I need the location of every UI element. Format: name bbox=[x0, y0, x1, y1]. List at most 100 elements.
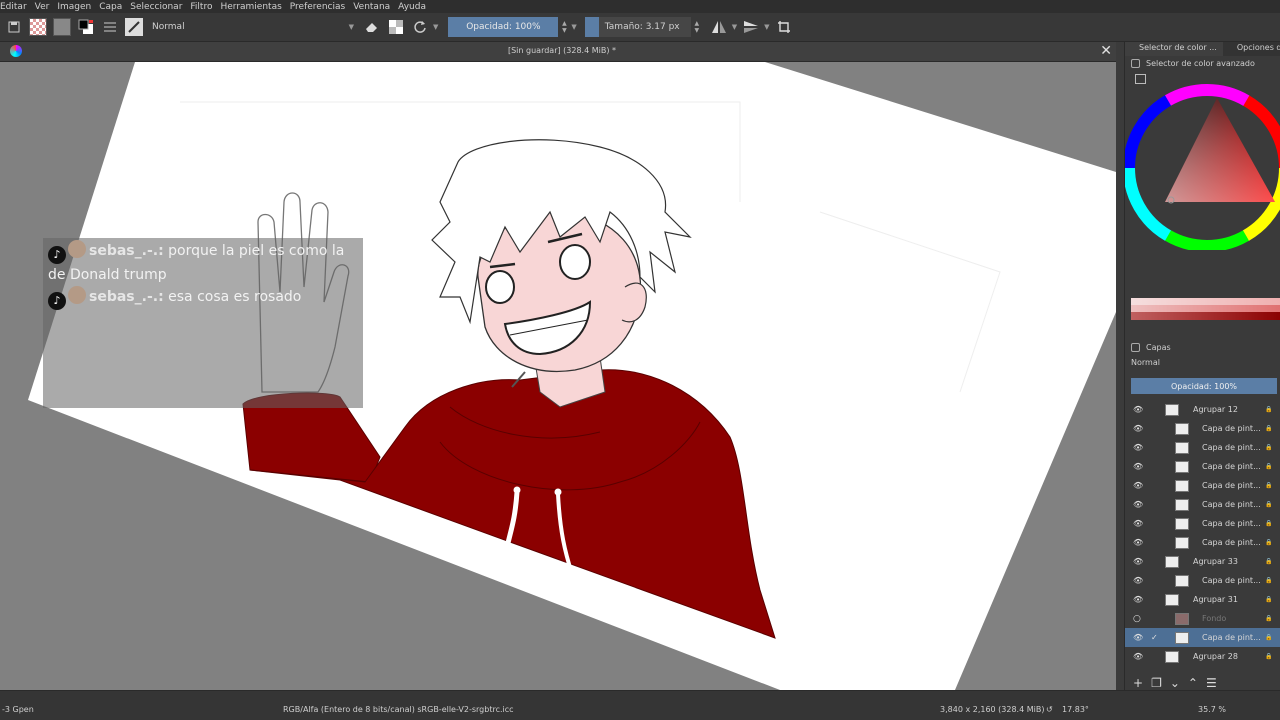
layers-title: Capas bbox=[1146, 342, 1171, 352]
layer-row[interactable]: 👁 Agrupar 12 🔒 bbox=[1125, 400, 1280, 419]
eye-icon[interactable]: 👁 bbox=[1133, 462, 1143, 471]
layer-row[interactable]: 👁 Capa de pint... 🔒 bbox=[1125, 438, 1280, 457]
layer-lock-icon[interactable]: 🔒 bbox=[1265, 539, 1272, 546]
layer-name: Capa de pint... bbox=[1202, 424, 1261, 433]
brush-preset-icon[interactable] bbox=[124, 17, 144, 37]
duplicate-layer-icon[interactable]: ❐ bbox=[1151, 676, 1162, 690]
reload-preset-icon[interactable] bbox=[410, 17, 430, 37]
blend-mode-select[interactable]: Normal ▼ bbox=[148, 17, 358, 37]
eye-icon[interactable]: 👁 bbox=[1133, 500, 1143, 509]
tab-tool-options[interactable]: Opciones de h bbox=[1223, 42, 1280, 56]
eye-hidden-icon[interactable]: ○ bbox=[1133, 614, 1143, 624]
color-history-strip[interactable] bbox=[1131, 298, 1280, 320]
layer-thumbnail bbox=[1175, 422, 1189, 435]
eye-icon[interactable]: 👁 bbox=[1133, 633, 1143, 642]
eye-icon[interactable]: 👁 bbox=[1133, 481, 1143, 490]
layer-lock-icon[interactable]: 🔒 bbox=[1265, 653, 1272, 660]
layer-row[interactable]: ○ Fondo 🔒 bbox=[1125, 609, 1280, 628]
close-icon[interactable]: ✕ bbox=[1100, 44, 1112, 58]
layer-row[interactable]: 👁 Capa de pint... 🔒 bbox=[1125, 476, 1280, 495]
chevron-down-icon[interactable]: ▼ bbox=[764, 23, 769, 31]
add-layer-icon[interactable]: + bbox=[1133, 676, 1143, 690]
opacity-spin-icon[interactable]: ▲ ▼ bbox=[560, 20, 568, 34]
menu-item-imagen[interactable]: Imagen bbox=[53, 2, 95, 12]
chevron-down-icon[interactable]: ▼ bbox=[732, 23, 737, 31]
layer-lock-icon[interactable]: 🔒 bbox=[1265, 501, 1272, 508]
size-slider[interactable]: Tamaño: 3.17 px bbox=[598, 17, 691, 37]
fg-bg-color-icon[interactable] bbox=[76, 17, 96, 37]
layer-lock-icon[interactable]: 🔒 bbox=[1265, 425, 1272, 432]
layer-opacity-slider[interactable]: Opacidad: 100% bbox=[1131, 378, 1277, 394]
pattern-swatch[interactable] bbox=[28, 17, 48, 37]
eye-icon[interactable]: 👁 bbox=[1133, 424, 1143, 433]
layer-thumbnail bbox=[1175, 498, 1189, 511]
alpha-lock-icon[interactable] bbox=[386, 17, 406, 37]
menu-item-ayuda[interactable]: Ayuda bbox=[394, 2, 430, 12]
layer-lock-icon[interactable]: 🔒 bbox=[1265, 577, 1272, 584]
layer-lock-icon[interactable]: 🔒 bbox=[1265, 520, 1272, 527]
eye-icon[interactable]: 👁 bbox=[1133, 557, 1143, 566]
rotate-icon[interactable]: ↺ bbox=[1046, 705, 1053, 714]
menu-item-ver[interactable]: Ver bbox=[31, 2, 54, 12]
layer-row[interactable]: 👁 Agrupar 28 🔒 bbox=[1125, 647, 1280, 666]
check-icon[interactable]: ✓ bbox=[1151, 633, 1158, 642]
eye-icon[interactable]: 👁 bbox=[1133, 519, 1143, 528]
color-wheel-area[interactable] bbox=[1125, 70, 1280, 250]
layer-lock-icon[interactable]: 🔒 bbox=[1265, 463, 1272, 470]
layer-lock-icon[interactable]: 🔒 bbox=[1265, 406, 1272, 413]
chevron-down-icon[interactable]: ▼ bbox=[571, 23, 576, 31]
chat-message: ♪ sebas_.-.: esa cosa es rosado bbox=[48, 286, 301, 310]
gradient-swatch[interactable] bbox=[52, 17, 72, 37]
eye-icon[interactable]: 👁 bbox=[1133, 652, 1143, 661]
save-icon[interactable] bbox=[4, 17, 24, 37]
layer-row[interactable]: 👁 Capa de pint... 🔒 bbox=[1125, 419, 1280, 438]
menu-item-editar[interactable]: Editar bbox=[0, 2, 31, 12]
menu-item-herramientas[interactable]: Herramientas bbox=[216, 2, 285, 12]
eye-icon[interactable]: 👁 bbox=[1133, 538, 1143, 547]
lock-icon[interactable] bbox=[1131, 58, 1140, 68]
tab-color-selector[interactable]: Selector de color ... bbox=[1125, 42, 1223, 56]
move-down-icon[interactable]: ⌄ bbox=[1170, 676, 1180, 690]
eye-icon[interactable]: 👁 bbox=[1133, 443, 1143, 452]
layer-lock-icon[interactable]: 🔒 bbox=[1265, 615, 1272, 622]
layer-lock-icon[interactable]: 🔒 bbox=[1265, 634, 1272, 641]
layer-row[interactable]: 👁 Capa de pint... 🔒 bbox=[1125, 533, 1280, 552]
lock-icon[interactable] bbox=[1131, 342, 1140, 352]
chevron-down-icon[interactable]: ▼ bbox=[433, 23, 438, 31]
eye-icon[interactable]: 👁 bbox=[1133, 405, 1143, 414]
opacity-slider[interactable]: Opacidad: 100% bbox=[448, 17, 559, 37]
eraser-icon[interactable] bbox=[362, 17, 382, 37]
menu-item-capa[interactable]: Capa bbox=[95, 2, 126, 12]
canvas-area[interactable]: ♪ sebas_.-.: porque la piel es como la de… bbox=[0, 62, 1116, 690]
menu-item-ventana[interactable]: Ventana bbox=[349, 2, 394, 12]
layer-thumbnail bbox=[1175, 536, 1189, 549]
layer-row[interactable]: 👁 Agrupar 33 🔒 bbox=[1125, 552, 1280, 571]
eye-icon[interactable]: 👁 bbox=[1133, 576, 1143, 585]
wrap-around-icon[interactable] bbox=[774, 17, 794, 37]
menu-item-preferencias[interactable]: Preferencias bbox=[286, 2, 349, 12]
color-wheel[interactable] bbox=[1125, 70, 1280, 250]
mirror-vertical-icon[interactable] bbox=[741, 17, 761, 37]
menu-item-filtro[interactable]: Filtro bbox=[186, 2, 216, 12]
layer-blend-mode[interactable]: Normal bbox=[1131, 358, 1160, 367]
eye-icon[interactable]: 👁 bbox=[1133, 595, 1143, 604]
size-value: Tamaño: 3.17 px bbox=[604, 22, 680, 32]
layer-row[interactable]: 👁 ✓ Capa de pint... 🔒 bbox=[1125, 628, 1280, 647]
layer-properties-icon[interactable]: ☰ bbox=[1206, 676, 1217, 690]
layer-row[interactable]: 👁 Agrupar 31 🔒 bbox=[1125, 590, 1280, 609]
layer-lock-icon[interactable]: 🔒 bbox=[1265, 596, 1272, 603]
layer-row[interactable]: 👁 Capa de pint... 🔒 bbox=[1125, 571, 1280, 590]
krita-window: Editar Ver Imagen Capa Seleccionar Filtro Herr… bbox=[0, 0, 1280, 720]
layer-row[interactable]: 👁 Capa de pint... 🔒 bbox=[1125, 457, 1280, 476]
move-up-icon[interactable]: ⌃ bbox=[1188, 676, 1198, 690]
menu-item-seleccionar[interactable]: Seleccionar bbox=[126, 2, 186, 12]
mirror-horizontal-icon[interactable] bbox=[709, 17, 729, 37]
layer-thumbnail bbox=[1175, 517, 1189, 530]
layer-lock-icon[interactable]: 🔒 bbox=[1265, 444, 1272, 451]
layer-lock-icon[interactable]: 🔒 bbox=[1265, 558, 1272, 565]
layer-lock-icon[interactable]: 🔒 bbox=[1265, 482, 1272, 489]
layer-row[interactable]: 👁 Capa de pint... 🔒 bbox=[1125, 495, 1280, 514]
size-spin-icon[interactable]: ▲ ▼ bbox=[693, 20, 701, 34]
brush-settings-icon[interactable] bbox=[100, 17, 120, 37]
layer-row[interactable]: 👁 Capa de pint... 🔒 bbox=[1125, 514, 1280, 533]
